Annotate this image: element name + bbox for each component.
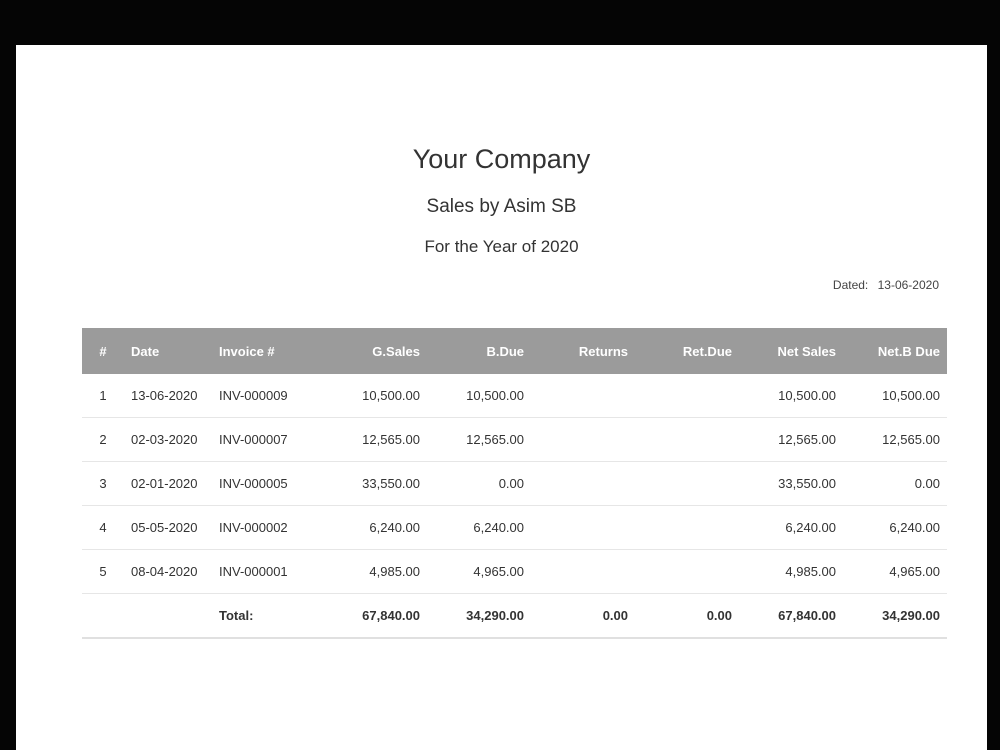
cell-date: 05-05-2020 — [124, 505, 212, 550]
col-header-num: # — [99, 343, 107, 359]
report-subtitle: Sales by Asim SB — [426, 196, 577, 217]
total-netsales: 67,840.00 — [739, 593, 843, 639]
col-header-gsales: G.Sales — [372, 343, 420, 359]
cell-netsales: 12,565.00 — [739, 417, 843, 462]
cell-invoice: INV-000002 — [212, 505, 322, 550]
report-page: Your Company Sales by Asim SB For the Ye… — [16, 45, 987, 750]
cell-returns — [531, 461, 635, 506]
cell-retdue — [635, 461, 739, 506]
cell-retdue — [635, 417, 739, 462]
dated-label: Dated: — [832, 278, 869, 292]
cell-retdue — [635, 505, 739, 550]
col-header-invoice: Invoice # — [219, 343, 275, 359]
cell-returns — [531, 417, 635, 462]
col-header-returns: Returns — [578, 343, 628, 359]
cell-gsales: 4,985.00 — [322, 549, 427, 594]
cell-bdue: 0.00 — [427, 461, 531, 506]
cell-gsales: 6,240.00 — [322, 505, 427, 550]
total-netbdue: 34,290.00 — [843, 593, 947, 639]
table-row: 2 02-03-2020 INV-000007 12,565.00 12,565… — [82, 417, 947, 462]
table-row: 4 05-05-2020 INV-000002 6,240.00 6,240.0… — [82, 505, 947, 550]
cell-invoice: INV-000007 — [212, 417, 322, 462]
company-name: Your Company — [412, 144, 591, 174]
cell-netbdue: 6,240.00 — [843, 505, 947, 550]
cell-gsales: 33,550.00 — [322, 461, 427, 506]
cell-netsales: 33,550.00 — [739, 461, 843, 506]
cell-bdue: 10,500.00 — [427, 374, 531, 418]
cell-gsales: 12,565.00 — [322, 417, 427, 462]
cell-date: 08-04-2020 — [124, 549, 212, 594]
cell-bdue: 12,565.00 — [427, 417, 531, 462]
total-retdue: 0.00 — [635, 593, 739, 639]
total-returns: 0.00 — [531, 593, 635, 639]
cell-num: 1 — [82, 374, 124, 418]
cell-netbdue: 12,565.00 — [843, 417, 947, 462]
cell-retdue — [635, 549, 739, 594]
cell-netbdue: 4,965.00 — [843, 549, 947, 594]
report-dated: Dated: 13-06-2020 — [833, 277, 939, 293]
table-total-row: Total: 67,840.00 34,290.00 0.00 0.00 67,… — [82, 593, 947, 639]
cell-gsales: 10,500.00 — [322, 374, 427, 418]
cell-bdue: 6,240.00 — [427, 505, 531, 550]
cell-num: 3 — [82, 461, 124, 506]
cell-num: 4 — [82, 505, 124, 550]
cell-date: 02-03-2020 — [124, 417, 212, 462]
cell-netbdue: 0.00 — [843, 461, 947, 506]
table-row: 3 02-01-2020 INV-000005 33,550.00 0.00 3… — [82, 461, 947, 506]
cell-netbdue: 10,500.00 — [843, 374, 947, 418]
col-header-retdue: Ret.Due — [682, 343, 732, 359]
cell-netsales: 6,240.00 — [739, 505, 843, 550]
total-label: Total: — [212, 593, 322, 639]
cell-bdue: 4,965.00 — [427, 549, 531, 594]
table-row: 5 08-04-2020 INV-000001 4,985.00 4,965.0… — [82, 549, 947, 594]
report-period: For the Year of 2020 — [424, 237, 579, 256]
cell-netsales: 10,500.00 — [739, 374, 843, 418]
cell-netsales: 4,985.00 — [739, 549, 843, 594]
screen-frame: Your Company Sales by Asim SB For the Ye… — [0, 0, 1000, 750]
cell-date: 02-01-2020 — [124, 461, 212, 506]
cell-returns — [531, 549, 635, 594]
cell-invoice: INV-000005 — [212, 461, 322, 506]
table-row: 1 13-06-2020 INV-000009 10,500.00 10,500… — [82, 374, 947, 418]
cell-empty — [124, 593, 212, 639]
cell-retdue — [635, 374, 739, 418]
cell-invoice: INV-000001 — [212, 549, 322, 594]
col-header-date: Date — [131, 343, 160, 359]
total-gsales: 67,840.00 — [322, 593, 427, 639]
cell-returns — [531, 374, 635, 418]
col-header-netbdue: Net.B Due — [877, 343, 940, 359]
cell-num: 2 — [82, 417, 124, 462]
col-header-bdue: B.Due — [486, 343, 524, 359]
cell-returns — [531, 505, 635, 550]
total-bdue: 34,290.00 — [427, 593, 531, 639]
dated-value: 13-06-2020 — [877, 278, 939, 292]
cell-num: 5 — [82, 549, 124, 594]
cell-empty — [82, 593, 124, 639]
cell-invoice: INV-000009 — [212, 374, 322, 418]
sales-table: # Date Invoice # G.Sales B.Due Returns R… — [82, 328, 947, 639]
table-header-row: # Date Invoice # G.Sales B.Due Returns R… — [82, 328, 947, 374]
cell-date: 13-06-2020 — [124, 374, 212, 418]
col-header-netsales: Net Sales — [777, 343, 836, 359]
